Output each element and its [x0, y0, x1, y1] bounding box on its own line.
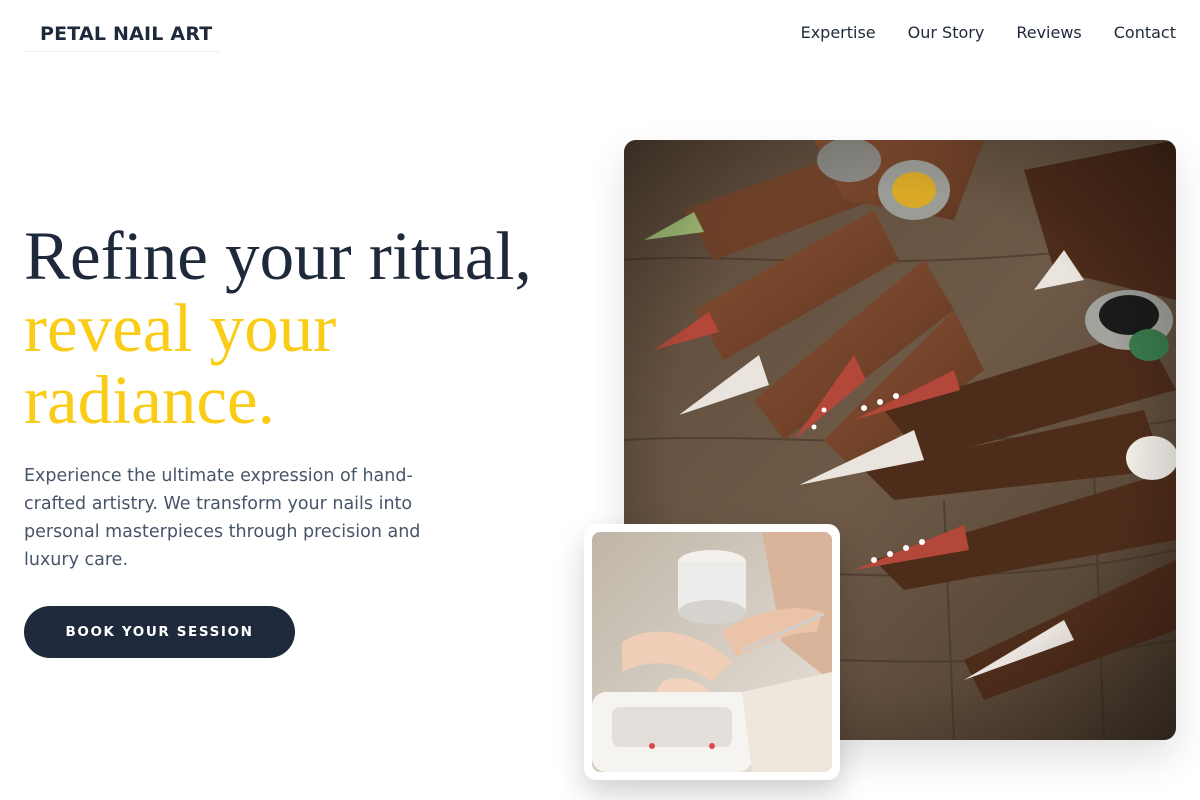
secondary-photo-card [584, 524, 840, 780]
nail-technician-illustration [592, 532, 832, 772]
main-nav: Expertise Our Story Reviews Contact [801, 20, 1176, 46]
book-session-button[interactable]: BOOK YOUR SESSION [24, 606, 295, 658]
nav-link-contact[interactable]: Contact [1114, 20, 1176, 46]
headline-line-primary: Refine your ritual, [24, 218, 532, 294]
hero-description: Experience the ultimate expression of ha… [24, 466, 421, 570]
secondary-photo [592, 532, 832, 772]
headline-line-accent: reveal your radiance. [24, 290, 337, 438]
nav-link-our-story[interactable]: Our Story [908, 20, 985, 46]
nav-link-expertise[interactable]: Expertise [801, 20, 876, 46]
brand-logo[interactable]: PETAL NAIL ART [24, 14, 220, 52]
landing-page: PETAL NAIL ART Expertise Our Story Revie… [0, 0, 1200, 800]
nav-link-reviews[interactable]: Reviews [1016, 20, 1081, 46]
hero-headline: Refine your ritual, reveal your radiance… [24, 220, 584, 436]
